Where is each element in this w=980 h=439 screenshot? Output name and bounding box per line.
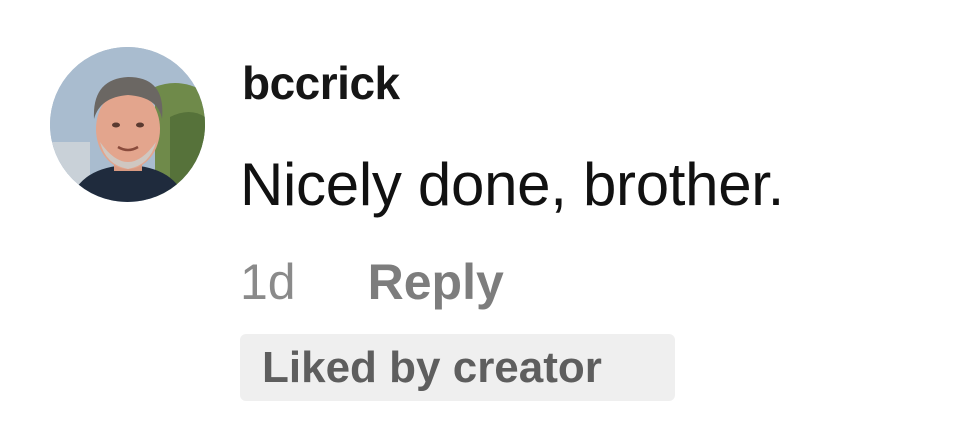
comment-username[interactable]: bccrick <box>242 56 400 110</box>
reply-button[interactable]: Reply <box>368 253 504 311</box>
comment-timestamp: 1d <box>240 254 296 310</box>
avatar[interactable] <box>50 47 205 202</box>
liked-by-creator-label: Liked by creator <box>262 342 602 392</box>
comment-text: Nicely done, brother. <box>240 151 785 218</box>
liked-by-creator-badge: Liked by creator <box>240 334 675 401</box>
comment-item: bccrick Nicely done, brother. 1d Reply L… <box>0 0 980 439</box>
comment-meta: 1d Reply <box>240 252 504 312</box>
avatar-photo-icon <box>50 47 205 202</box>
